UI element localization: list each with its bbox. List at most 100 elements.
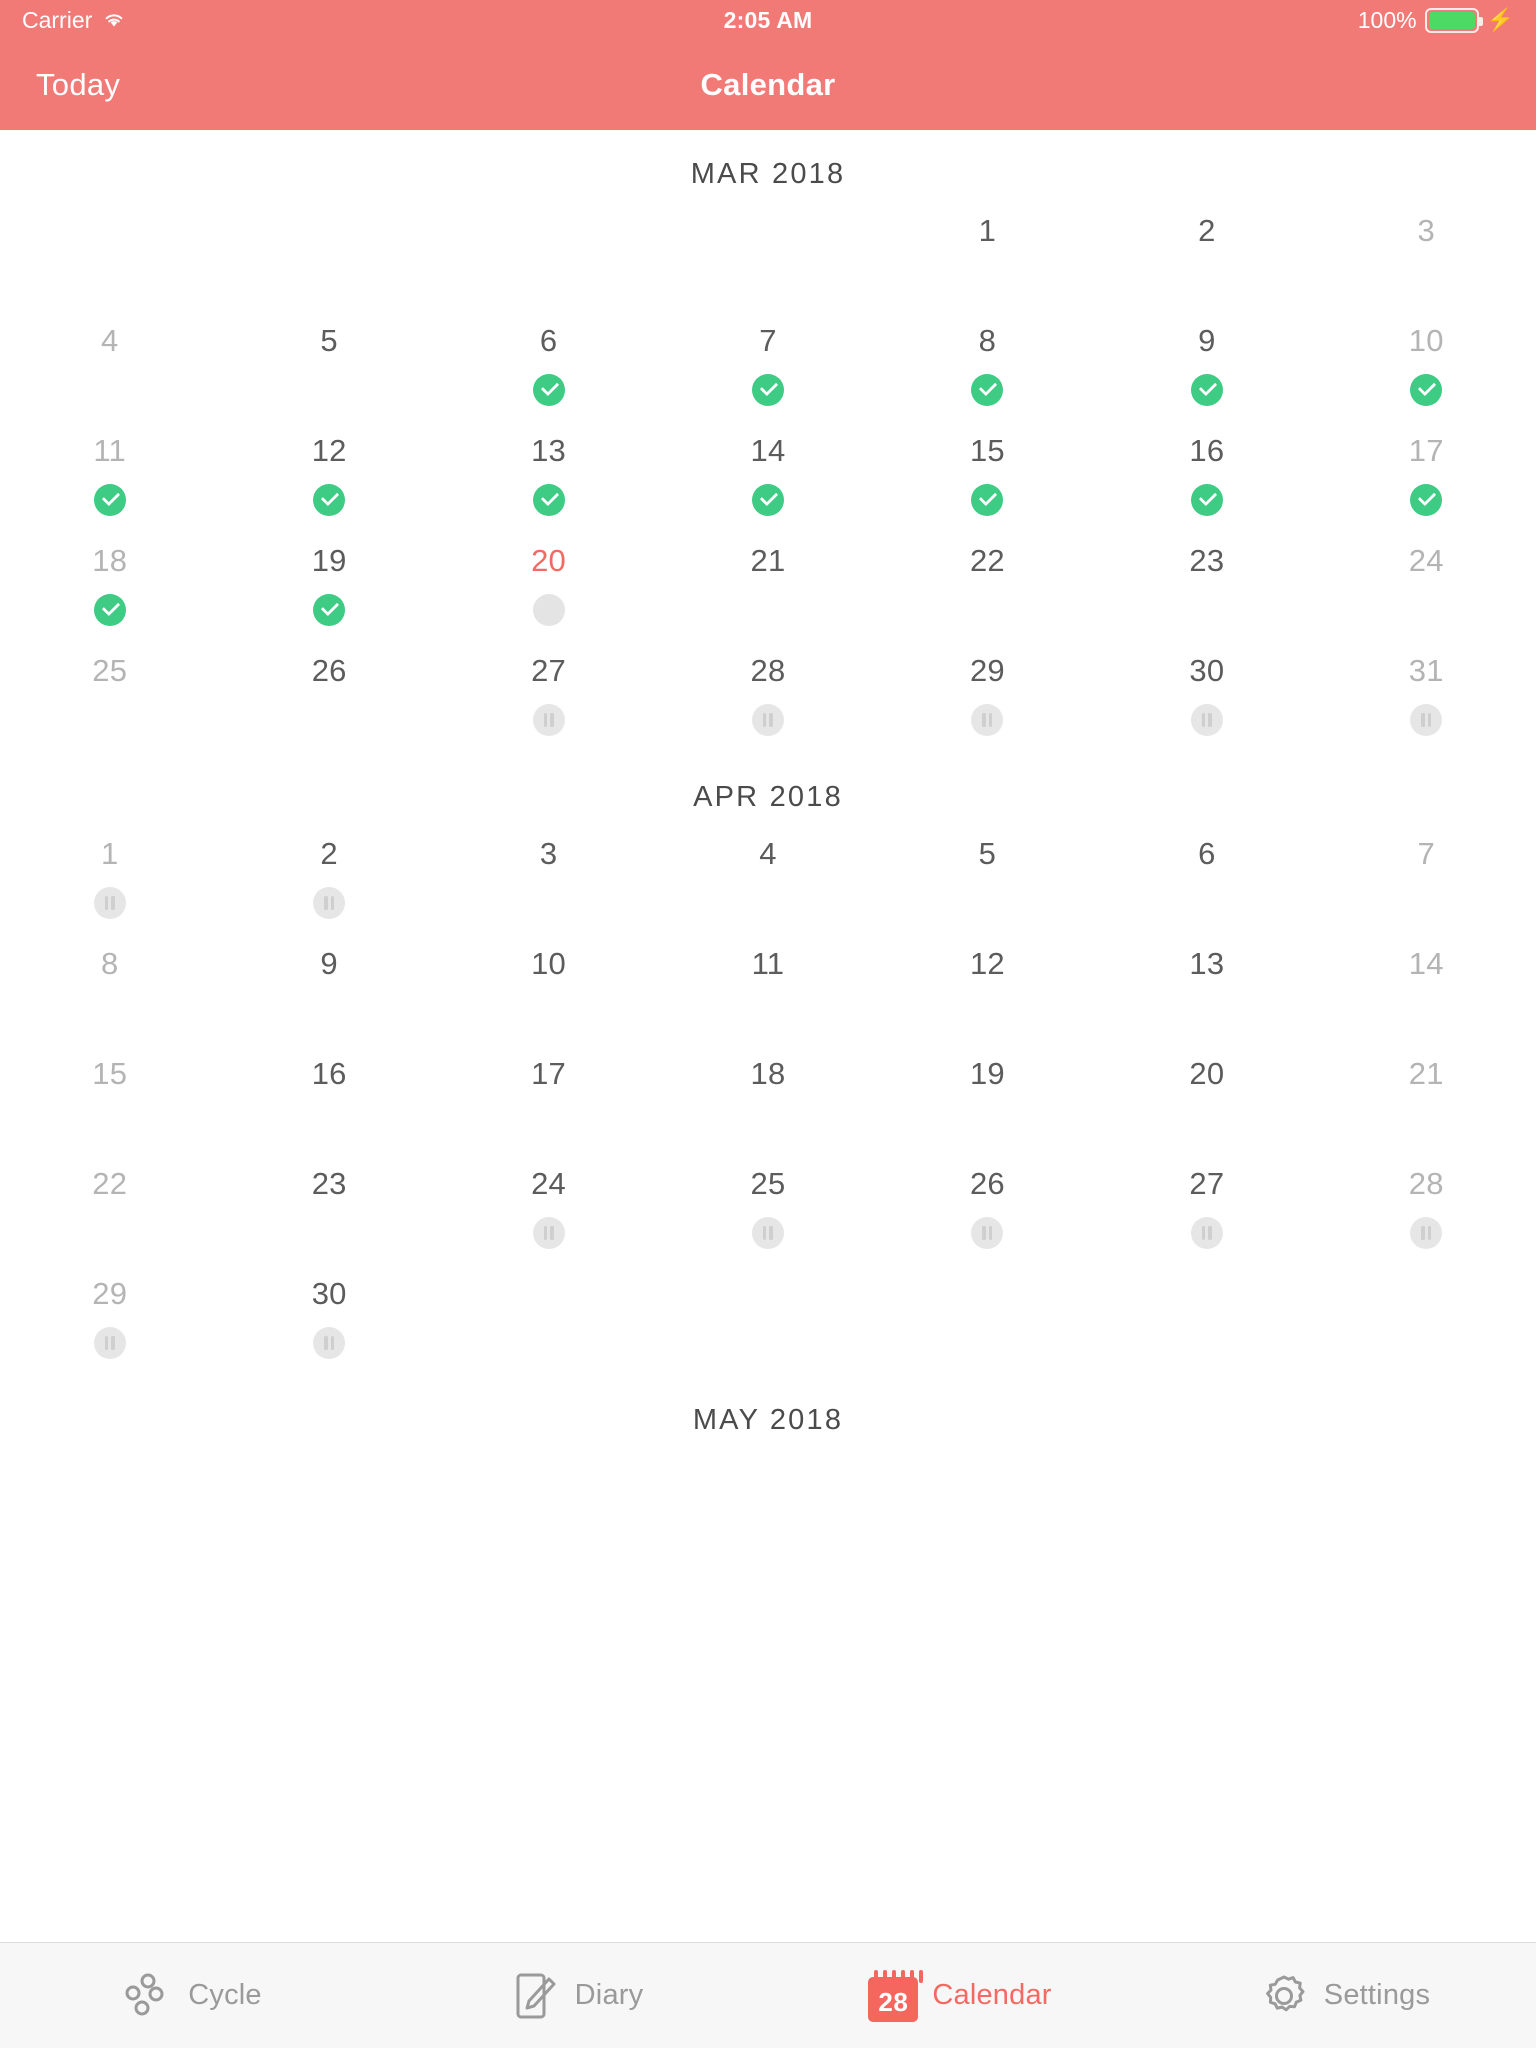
day-number: 9 xyxy=(1198,323,1216,358)
day-cell[interactable]: 26 xyxy=(878,1150,1097,1260)
day-cell[interactable]: 30 xyxy=(219,1260,438,1370)
day-cell[interactable]: 14 xyxy=(658,417,877,527)
day-cell[interactable]: 30 xyxy=(1097,637,1316,747)
day-cell[interactable]: 16 xyxy=(1097,417,1316,527)
day-number: 13 xyxy=(1189,946,1225,981)
day-cell[interactable]: 27 xyxy=(439,637,658,747)
day-cell[interactable]: 15 xyxy=(878,417,1097,527)
month-title: MAR 2018 xyxy=(690,158,846,190)
day-cell[interactable]: 2 xyxy=(1097,197,1316,307)
day-marker-check-icon xyxy=(313,594,346,626)
day-cell[interactable]: 6 xyxy=(1097,820,1316,930)
day-cell[interactable]: 8 xyxy=(0,930,219,1040)
day-number: 16 xyxy=(1189,433,1225,468)
day-marker-pause-icon xyxy=(532,704,565,736)
day-cell[interactable]: 8 xyxy=(878,307,1097,417)
tab-settings[interactable]: Settings xyxy=(1152,1943,1536,2048)
day-cell[interactable]: 24 xyxy=(439,1150,658,1260)
day-number: 6 xyxy=(1198,836,1216,871)
day-cell[interactable]: 26 xyxy=(219,637,438,747)
day-cell[interactable]: 18 xyxy=(658,1040,877,1150)
day-number: 18 xyxy=(750,1056,786,1091)
tab-calendar[interactable]: 28 Calendar xyxy=(768,1943,1152,2048)
day-cell[interactable]: 14 xyxy=(1317,930,1536,1040)
day-cell[interactable]: 29 xyxy=(0,1260,219,1370)
day-cell[interactable]: 5 xyxy=(878,820,1097,930)
day-number: 12 xyxy=(969,946,1005,981)
day-cell[interactable]: 28 xyxy=(1317,1150,1536,1260)
day-cell[interactable]: 12 xyxy=(219,417,438,527)
cycle-icon xyxy=(122,1970,174,2022)
day-cell[interactable]: 21 xyxy=(658,527,877,637)
day-marker-check-icon xyxy=(93,484,126,516)
day-cell[interactable]: 15 xyxy=(0,1040,219,1150)
day-cell[interactable]: 3 xyxy=(439,820,658,930)
day-marker-pause-icon xyxy=(1410,1217,1443,1249)
status-bar: Carrier 2:05 AM 100% ⚡ xyxy=(0,0,1536,40)
day-cell[interactable]: 31 xyxy=(1317,637,1536,747)
day-marker-check-icon xyxy=(971,374,1004,406)
day-number: 5 xyxy=(320,323,338,358)
day-cell[interactable]: 20 xyxy=(439,527,658,637)
day-cell[interactable]: 7 xyxy=(658,307,877,417)
day-cell[interactable]: 10 xyxy=(1317,307,1536,417)
day-cell[interactable]: 18 xyxy=(0,527,219,637)
day-cell[interactable]: 3 xyxy=(1317,197,1536,307)
day-cell[interactable]: 17 xyxy=(439,1040,658,1150)
day-cell[interactable]: 13 xyxy=(439,417,658,527)
week-row: 15 16 17 18 19 20 21 xyxy=(0,1040,1536,1150)
day-cell[interactable]: 7 xyxy=(1317,820,1536,930)
day-number: 14 xyxy=(1408,946,1444,981)
month-section: MAY 2018 xyxy=(0,1370,1536,1443)
day-cell[interactable]: 4 xyxy=(658,820,877,930)
day-number: 7 xyxy=(1417,836,1435,871)
day-number: 20 xyxy=(531,543,566,578)
day-cell[interactable]: 25 xyxy=(658,1150,877,1260)
day-cell[interactable]: 23 xyxy=(1097,527,1316,637)
day-marker-dot-icon xyxy=(532,594,565,626)
day-marker-check-icon xyxy=(751,374,784,406)
calendar-scroll-area[interactable]: MAR 2018 1 2 3 4 5 6 7 8 9 10 11 12 13 14 15 16 17 18 19 20 2… xyxy=(0,130,1536,1942)
day-cell[interactable]: 11 xyxy=(658,930,877,1040)
today-button[interactable]: Today xyxy=(34,63,122,107)
day-cell[interactable]: 16 xyxy=(219,1040,438,1150)
tab-diary[interactable]: Diary xyxy=(384,1943,768,2048)
day-cell[interactable]: 9 xyxy=(1097,307,1316,417)
month-title: APR 2018 xyxy=(693,781,843,813)
day-cell[interactable]: 24 xyxy=(1317,527,1536,637)
week-row: 29 30 xyxy=(0,1260,1536,1370)
day-cell[interactable]: 29 xyxy=(878,637,1097,747)
day-cell[interactable]: 10 xyxy=(439,930,658,1040)
day-cell[interactable]: 1 xyxy=(0,820,219,930)
day-number: 16 xyxy=(311,1056,347,1091)
tab-bar: Cycle Diary 28 Calendar Settings xyxy=(0,1942,1536,2048)
day-cell[interactable]: 17 xyxy=(1317,417,1536,527)
day-cell[interactable]: 4 xyxy=(0,307,219,417)
day-cell[interactable]: 1 xyxy=(878,197,1097,307)
day-cell[interactable]: 6 xyxy=(439,307,658,417)
day-cell[interactable]: 19 xyxy=(219,527,438,637)
day-cell[interactable]: 12 xyxy=(878,930,1097,1040)
day-cell[interactable]: 22 xyxy=(878,527,1097,637)
day-cell[interactable]: 28 xyxy=(658,637,877,747)
day-cell[interactable]: 11 xyxy=(0,417,219,527)
day-cell[interactable]: 23 xyxy=(219,1150,438,1260)
day-cell[interactable]: 27 xyxy=(1097,1150,1316,1260)
tab-cycle[interactable]: Cycle xyxy=(0,1943,384,2048)
day-cell[interactable]: 20 xyxy=(1097,1040,1316,1150)
day-cell[interactable]: 2 xyxy=(219,820,438,930)
day-cell[interactable]: 25 xyxy=(0,637,219,747)
day-cell[interactable]: 21 xyxy=(1317,1040,1536,1150)
day-cell[interactable]: 5 xyxy=(219,307,438,417)
day-number: 10 xyxy=(531,946,566,981)
day-number: 5 xyxy=(978,836,997,871)
day-cell[interactable]: 22 xyxy=(0,1150,219,1260)
day-number: 21 xyxy=(750,543,786,578)
day-cell[interactable]: 13 xyxy=(1097,930,1316,1040)
day-number: 27 xyxy=(1189,1166,1225,1201)
day-cell[interactable]: 9 xyxy=(219,930,438,1040)
week-row: 1 2 3 4 5 6 7 xyxy=(0,820,1536,930)
week-row: 11 12 13 14 15 16 17 xyxy=(0,417,1536,527)
gear-icon xyxy=(1258,1970,1310,2022)
day-cell[interactable]: 19 xyxy=(878,1040,1097,1150)
